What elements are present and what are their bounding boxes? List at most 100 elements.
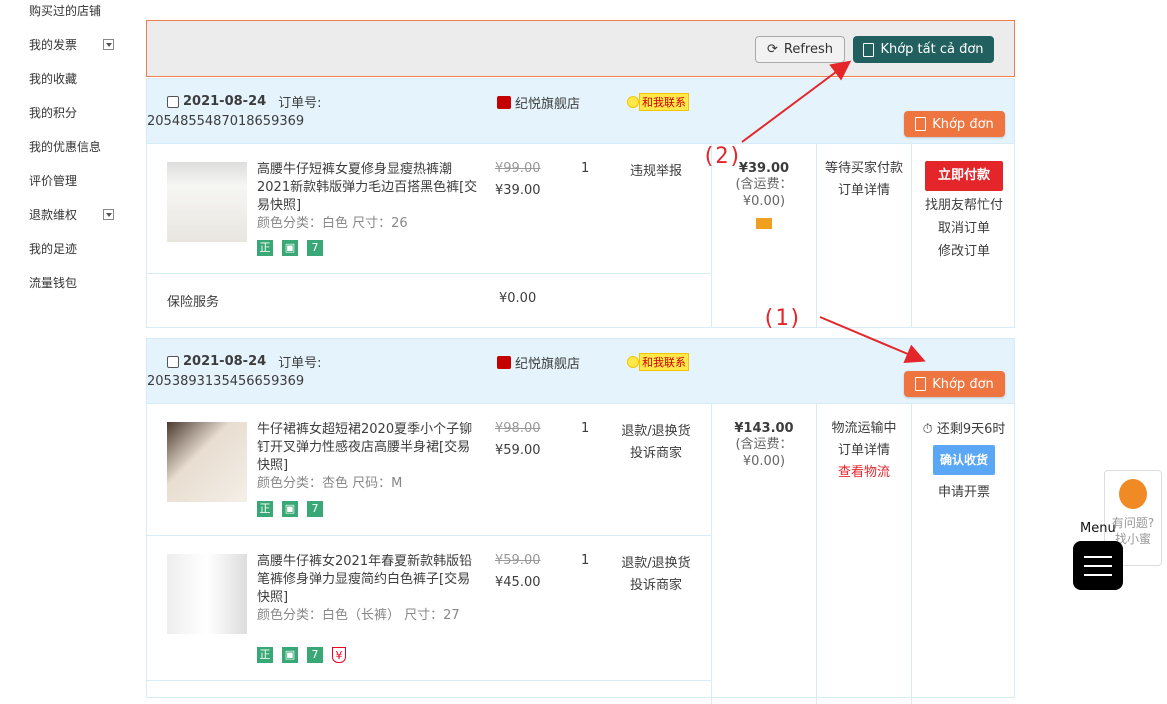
friend-pay-link[interactable]: 找朋友帮忙付 <box>912 194 1016 217</box>
match-label: Khớp đơn <box>932 376 994 392</box>
shop-link[interactable]: 纪悦旗舰店 <box>497 353 580 372</box>
order-number: 2054855487018659369 <box>147 114 305 129</box>
complain-link[interactable]: 投诉商家 <box>613 575 699 597</box>
document-icon <box>863 42 875 57</box>
wangwang-icon <box>627 96 639 108</box>
annotation-label-1: (1) <box>762 306 802 331</box>
order-status: 物流运输中 订单详情 查看物流 <box>816 404 911 704</box>
label: 退款维权 <box>29 208 78 222</box>
quantity: 1 <box>581 161 590 176</box>
sidebar-item-data-wallet[interactable]: 流量钱包 <box>29 274 77 291</box>
match-all-label: Khớp tất cả đơn <box>880 42 984 57</box>
sidebar-item-shops[interactable]: 购买过的店铺 <box>29 2 101 19</box>
guarantee-badge-icon: ▣ <box>282 647 298 663</box>
product-image[interactable] <box>167 554 247 634</box>
product-title[interactable]: 牛仔裙裤女超短裙2020夏季小个子铆钉开叉弹力性感夜店高腰半身裙[交易快照] <box>257 421 479 475</box>
product-row: 高腰牛仔短裤女夏修身显瘦热裤潮2021新款韩版弹力毛边百搭黑色裤[交易快照] 颜… <box>147 144 711 274</box>
shipping-fee: (含运费：¥0.00) <box>735 177 793 209</box>
match-all-button[interactable]: Khớp tất cả đơn <box>853 36 994 63</box>
product-attrs: 颜色分类：杏色 尺码：M <box>257 476 403 491</box>
request-invoice-link[interactable]: 申请开票 <box>912 481 1016 504</box>
cancel-order-link[interactable]: 取消订单 <box>912 217 1016 240</box>
price: ¥45.00 <box>495 575 541 590</box>
contact-seller-button[interactable]: 和我联系 <box>627 93 689 111</box>
sidebar-item-reviews[interactable]: 评价管理 <box>29 172 77 189</box>
shop-name: 纪悦旗舰店 <box>515 357 581 372</box>
sidebar-item-favorites[interactable]: 我的收藏 <box>29 70 77 87</box>
order-status: 等待买家付款 订单详情 <box>816 144 911 327</box>
product-title[interactable]: 高腰牛仔短裤女夏修身显瘦热裤潮2021新款韩版弹力毛边百搭黑色裤[交易快照] <box>257 161 479 215</box>
sidebar-item-invoice[interactable]: 我的发票 <box>29 36 115 53</box>
pay-now-button[interactable]: 立即付款 <box>925 161 1003 191</box>
shop-link[interactable]: 纪悦旗舰店 <box>497 93 580 112</box>
confirm-receipt-button[interactable]: 确认收货 <box>933 445 995 475</box>
product-row: 高腰牛仔裤女2021年春夏新款韩版铅笔裤修身弹力显瘦简约白色裤子[交易快照] 颜… <box>147 536 711 681</box>
refund-link[interactable]: 退款/退换货 <box>613 421 699 443</box>
insurance-price: ¥0.00 <box>499 291 537 306</box>
label: 我的优惠信息 <box>29 140 102 154</box>
original-price: ¥98.00 <box>495 421 541 436</box>
order-no-label: 订单号: <box>278 356 322 371</box>
annotation-label-2: (2) <box>702 144 742 169</box>
label: 我的发票 <box>29 38 78 52</box>
sidebar-item-footprints[interactable]: 我的足迹 <box>29 240 77 257</box>
quantity: 1 <box>581 553 590 568</box>
sidebar-item-refunds[interactable]: 退款维权 <box>29 206 115 223</box>
insurance-row: 保险服务 ¥0.00 <box>147 274 711 327</box>
seven-day-return-icon: 7 <box>307 501 323 517</box>
tmall-icon <box>497 96 511 109</box>
order-number: 2053893135456659369 <box>147 374 305 389</box>
order-details-link[interactable]: 订单详情 <box>817 440 911 462</box>
order-checkbox[interactable] <box>167 355 179 368</box>
guarantee-badge-icon: ▣ <box>282 240 298 256</box>
price: ¥39.00 <box>495 183 541 198</box>
view-logistics-link[interactable]: 查看物流 <box>817 462 911 484</box>
refund-link[interactable]: 退款/退换货 <box>613 553 699 575</box>
document-icon <box>915 117 927 131</box>
authentic-badge-icon: 正 <box>257 240 273 256</box>
dropdown-icon[interactable] <box>103 39 115 50</box>
product-attrs: 颜色分类：白色 尺寸：26 <box>257 216 408 231</box>
document-icon <box>915 377 927 391</box>
shop-name: 纪悦旗舰店 <box>515 97 581 112</box>
modify-order-link[interactable]: 修改订单 <box>912 240 1016 263</box>
contact-seller-button[interactable]: 和我联系 <box>627 353 689 371</box>
complain-link[interactable]: 投诉商家 <box>613 443 699 465</box>
seven-day-return-icon: 7 <box>307 647 323 663</box>
quantity: 1 <box>581 421 590 436</box>
original-price: ¥99.00 <box>495 161 541 176</box>
order-card: 2021-08-24 订单号: 2053893135456659369 纪悦旗舰店… <box>146 338 1016 704</box>
product-attrs: 颜色分类：白色（长裤） 尺寸：27 <box>257 608 460 623</box>
refresh-label: Refresh <box>783 42 833 57</box>
label: 我的足迹 <box>29 242 78 256</box>
product-title[interactable]: 高腰牛仔裤女2021年春夏新款韩版铅笔裤修身弹力显瘦简约白色裤子[交易快照] <box>257 553 479 607</box>
authentic-badge-icon: 正 <box>257 647 273 663</box>
product-image[interactable] <box>167 162 247 242</box>
refresh-icon: ⟳ <box>767 42 778 57</box>
mascot-icon <box>1119 479 1147 509</box>
shipping-fee: (含运费：¥0.00) <box>735 437 793 469</box>
match-label: Khớp đơn <box>932 116 994 132</box>
match-order-button[interactable]: Khớp đơn <box>904 111 1005 137</box>
tmall-icon <box>497 356 511 369</box>
product-image[interactable] <box>167 422 247 502</box>
timer-icon: ⏱ <box>922 422 933 437</box>
order-checkbox[interactable] <box>167 95 179 108</box>
dropdown-icon[interactable] <box>103 209 115 220</box>
contact-label: 和我联系 <box>639 93 689 111</box>
total-price: ¥143.00 <box>734 421 794 436</box>
order-details-link[interactable]: 订单详情 <box>817 180 911 202</box>
order-total: ¥39.00 (含运费：¥0.00) <box>711 144 816 327</box>
order-date: 2021-08-24 <box>183 94 267 109</box>
match-order-button[interactable]: Khớp đơn <box>904 371 1005 397</box>
sidebar-item-coupons[interactable]: 我的优惠信息 <box>29 138 101 155</box>
sidebar-item-points[interactable]: 我的积分 <box>29 104 77 121</box>
menu-button[interactable] <box>1073 541 1123 590</box>
label: 我的收藏 <box>29 72 78 86</box>
guarantee-badge-icon: ▣ <box>282 501 298 517</box>
product-row: 牛仔裙裤女超短裙2020夏季小个子铆钉开叉弹力性感夜店高腰半身裙[交易快照] 颜… <box>147 404 711 536</box>
report-link[interactable]: 违规举报 <box>630 164 682 179</box>
refresh-button[interactable]: ⟳ Refresh <box>755 36 845 63</box>
authentic-badge-icon: 正 <box>257 501 273 517</box>
contact-label: 和我联系 <box>639 353 689 371</box>
